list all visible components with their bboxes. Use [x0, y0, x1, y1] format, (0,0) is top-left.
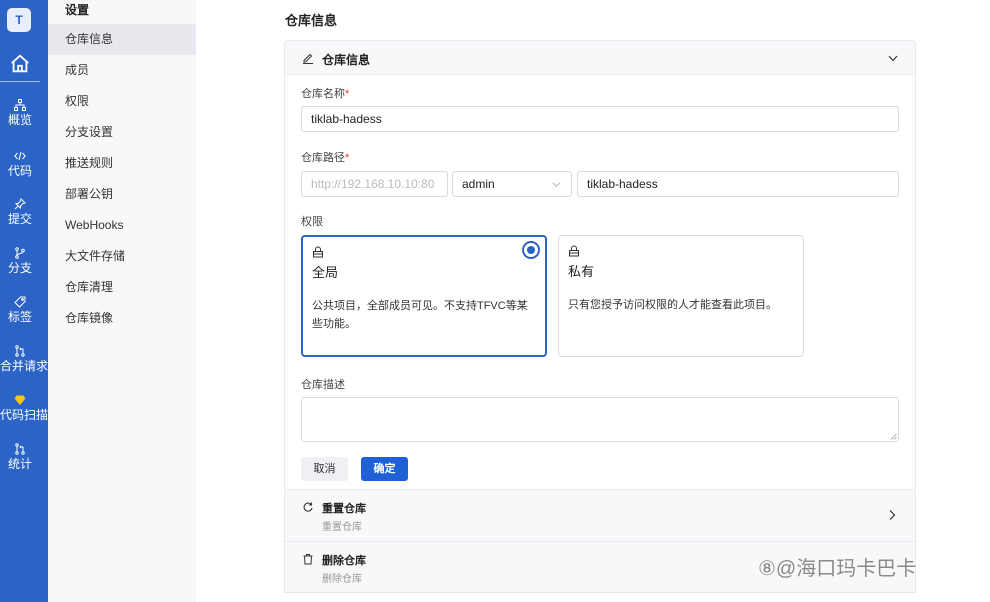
page-title: 仓库信息: [285, 13, 338, 28]
submenu-item-members[interactable]: 成员: [48, 55, 196, 86]
resize-grip-icon[interactable]: [890, 433, 897, 440]
submenu-item-webhooks[interactable]: WebHooks: [48, 210, 196, 241]
permission-option-desc: 只有您授予访问权限的人才能查看此项目。: [568, 299, 777, 311]
home-button[interactable]: [0, 46, 40, 82]
rail-item-stats[interactable]: 统计: [0, 442, 40, 471]
radio-selected-icon[interactable]: [522, 241, 540, 259]
chevron-down-icon: [552, 182, 561, 187]
left-rail: T 概览 代码 提交 分支 标签 合并请求 代码扫描 统计: [0, 0, 48, 602]
rail-item-merge-requests[interactable]: 合并请求: [0, 344, 48, 373]
repo-owner-select[interactable]: admin: [452, 171, 572, 197]
watermark: ⑧@海口玛卡巴卡: [758, 558, 917, 580]
permission-label: 权限: [301, 216, 323, 228]
submenu-heading: 设置: [65, 3, 90, 17]
rail-item-commits[interactable]: 提交: [0, 197, 40, 226]
submenu-item-permissions[interactable]: 权限: [48, 86, 196, 117]
repo-path-label: 仓库路径*: [301, 152, 350, 164]
repo-desc-textarea[interactable]: [301, 397, 899, 442]
permission-option-name: 私有: [568, 264, 595, 279]
trash-icon: [303, 554, 313, 565]
section-title: 重置仓库: [322, 503, 366, 515]
rail-item-code[interactable]: 代码: [0, 149, 40, 178]
section-title: 删除仓库: [322, 555, 366, 567]
rail-item-tags[interactable]: 标签: [0, 295, 40, 324]
repo-path-name-input[interactable]: tiklab-hadess: [577, 171, 899, 197]
lock-icon: [569, 245, 579, 257]
settings-submenu: 设置 仓库信息 成员 权限 分支设置 推送规则 部署公钥 WebHooks 大文…: [48, 0, 196, 602]
cancel-button[interactable]: 取消: [301, 457, 348, 481]
submenu-item-branch-settings[interactable]: 分支设置: [48, 117, 196, 148]
repo-name-label: 仓库名称*: [301, 88, 350, 100]
section-subtitle: 重置仓库: [322, 522, 362, 533]
rail-item-branches[interactable]: 分支: [0, 246, 40, 275]
permission-option-desc: 公共项目，全部成员可见。不支持TFVC等某 些功能。: [312, 300, 528, 330]
submenu-item-cleanup[interactable]: 仓库清理: [48, 272, 196, 303]
reset-icon: [303, 502, 313, 512]
chevron-down-icon[interactable]: [887, 52, 899, 64]
repo-desc-label: 仓库描述: [301, 379, 345, 391]
permission-option-public[interactable]: 全局 公共项目，全部成员可见。不支持TFVC等某 些功能。: [301, 235, 547, 357]
rail-item-code-scan[interactable]: 代码扫描: [0, 393, 48, 422]
repo-path-prefix-input[interactable]: http://192.168.10.10:80: [301, 171, 448, 197]
confirm-button[interactable]: 确定: [361, 457, 408, 481]
branch-icon: [15, 247, 25, 259]
home-icon: [11, 54, 29, 72]
lock-icon: [313, 246, 323, 258]
submenu-item-lfs[interactable]: 大文件存储: [48, 241, 196, 272]
pin-icon: [14, 198, 26, 210]
avatar[interactable]: T: [7, 8, 31, 32]
repo-name-input[interactable]: tiklab-hadess: [301, 106, 899, 132]
rail-item-overview[interactable]: 概览: [0, 98, 40, 127]
permission-option-name: 全局: [312, 265, 339, 280]
stats-icon: [15, 443, 25, 455]
code-icon: [14, 151, 26, 161]
permission-option-private[interactable]: 私有 只有您授予访问权限的人才能查看此项目。: [558, 235, 804, 357]
sitemap-icon: [14, 99, 26, 111]
tag-icon: [14, 296, 26, 308]
reset-repo-section[interactable]: 重置仓库 重置仓库: [284, 489, 916, 541]
section-subtitle: 删除仓库: [322, 574, 362, 585]
chevron-right-icon: [889, 510, 896, 520]
submenu-item-deploy-keys[interactable]: 部署公钥: [48, 179, 196, 210]
card-title: 仓库信息: [322, 53, 371, 67]
diamond-icon: [14, 395, 26, 405]
merge-icon: [15, 345, 25, 357]
repo-owner-value: admin: [462, 177, 495, 191]
submenu-item-repo-info[interactable]: 仓库信息: [48, 24, 196, 55]
edit-icon: [303, 53, 313, 64]
submenu-item-push-rules[interactable]: 推送规则: [48, 148, 196, 179]
card-header[interactable]: 仓库信息: [285, 41, 915, 75]
submenu-item-mirror[interactable]: 仓库镜像: [48, 303, 196, 334]
